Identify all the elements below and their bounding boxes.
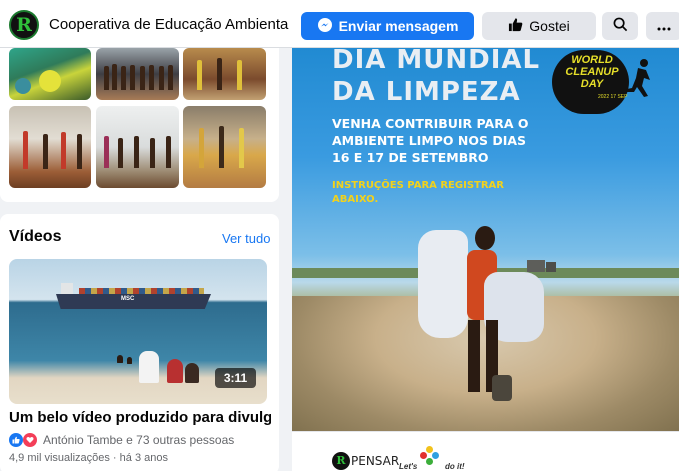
search-icon bbox=[613, 17, 628, 35]
badge-line1: WORLD bbox=[571, 54, 613, 66]
video-thumbnail[interactable]: MSC 3:11 bbox=[9, 259, 267, 404]
page-logo[interactable]: R bbox=[9, 10, 39, 40]
poster-body-line3: 16 E 17 DE SETEMBRO bbox=[332, 150, 489, 165]
more-button[interactable] bbox=[646, 12, 679, 40]
photo-thumbnail[interactable] bbox=[96, 48, 179, 100]
ship-mark: MSC bbox=[121, 296, 135, 302]
photos-card bbox=[0, 40, 279, 202]
volunteer-head bbox=[475, 226, 495, 250]
post-card: DIA MUNDIAL DA LIMPEZA VENHA CONTRIBUIR … bbox=[292, 40, 679, 471]
video-caption[interactable]: Um belo vídeo produzido para divulgar ..… bbox=[9, 409, 271, 426]
photo-thumbnail[interactable] bbox=[96, 106, 179, 188]
video-meta: 4,9 mil visualizações · há 3 anos bbox=[9, 452, 168, 464]
pensar-text: PENSAR bbox=[351, 454, 400, 468]
like-reaction-icon bbox=[9, 433, 23, 447]
hut bbox=[546, 262, 556, 272]
videos-heading: Vídeos bbox=[9, 228, 62, 245]
post-image[interactable]: DIA MUNDIAL DA LIMPEZA VENHA CONTRIBUIR … bbox=[292, 40, 679, 431]
poster-instructions-line2: ABAIXO. bbox=[332, 194, 379, 205]
trash-bag bbox=[418, 230, 468, 338]
photo-thumbnail[interactable] bbox=[9, 106, 91, 188]
poster-instructions-line1: INSTRUÇÕES PARA REGISTRAR bbox=[332, 180, 504, 191]
poster-title-line2: DA LIMPEZA bbox=[332, 77, 521, 107]
see-all-videos-link[interactable]: Ver tudo bbox=[222, 231, 270, 246]
send-message-button[interactable]: Enviar mensagem bbox=[301, 12, 474, 40]
photo-thumbnail[interactable] bbox=[183, 48, 266, 100]
letsdoit-doit-text: do it! bbox=[445, 462, 465, 471]
dark-bag bbox=[492, 375, 512, 401]
badge-line2: CLEANUP bbox=[565, 66, 619, 78]
poster-body-line2: AMBIENTE LIMPO NOS DIAS bbox=[332, 133, 527, 148]
poster-body-line1: VENHA CONTRIBUIR PARA O bbox=[332, 116, 529, 131]
poster-title-line1: DIA MUNDIAL bbox=[332, 45, 541, 75]
liked-label: Gostei bbox=[529, 18, 570, 34]
post-footer: R PENSAR Let's do it! bbox=[292, 431, 679, 471]
send-message-label: Enviar mensagem bbox=[338, 18, 459, 34]
hut bbox=[527, 260, 545, 272]
page-name[interactable]: Cooperativa de Educação Ambiental ... bbox=[49, 16, 289, 33]
badge-line3: DAY bbox=[580, 78, 604, 90]
more-icon bbox=[657, 18, 671, 34]
messenger-icon bbox=[317, 17, 333, 36]
videos-card: Vídeos Ver tudo MSC 3:11 Um belo vídeo p… bbox=[0, 214, 279, 471]
video-reactions[interactable]: António Tambe e 73 outras pessoas bbox=[9, 433, 234, 447]
world-cleanup-day-text: WORLD CLEANUP DAY bbox=[562, 54, 622, 90]
video-duration: 3:11 bbox=[215, 368, 256, 388]
love-reaction-icon bbox=[23, 433, 37, 447]
letsdoit-logo bbox=[418, 446, 444, 466]
photo-thumbnail[interactable] bbox=[9, 48, 91, 100]
runner-icon bbox=[624, 58, 654, 106]
photo-thumbnail[interactable] bbox=[183, 106, 266, 188]
reactions-text: António Tambe e 73 outras pessoas bbox=[43, 433, 235, 447]
pensar-logo: R bbox=[332, 452, 350, 470]
letsdoit-text: Let's bbox=[399, 462, 418, 471]
search-button[interactable] bbox=[602, 12, 638, 40]
liked-button[interactable]: Gostei bbox=[482, 12, 596, 40]
page-header: R Cooperativa de Educação Ambiental ... … bbox=[0, 0, 679, 48]
thumbs-up-icon bbox=[508, 17, 523, 35]
